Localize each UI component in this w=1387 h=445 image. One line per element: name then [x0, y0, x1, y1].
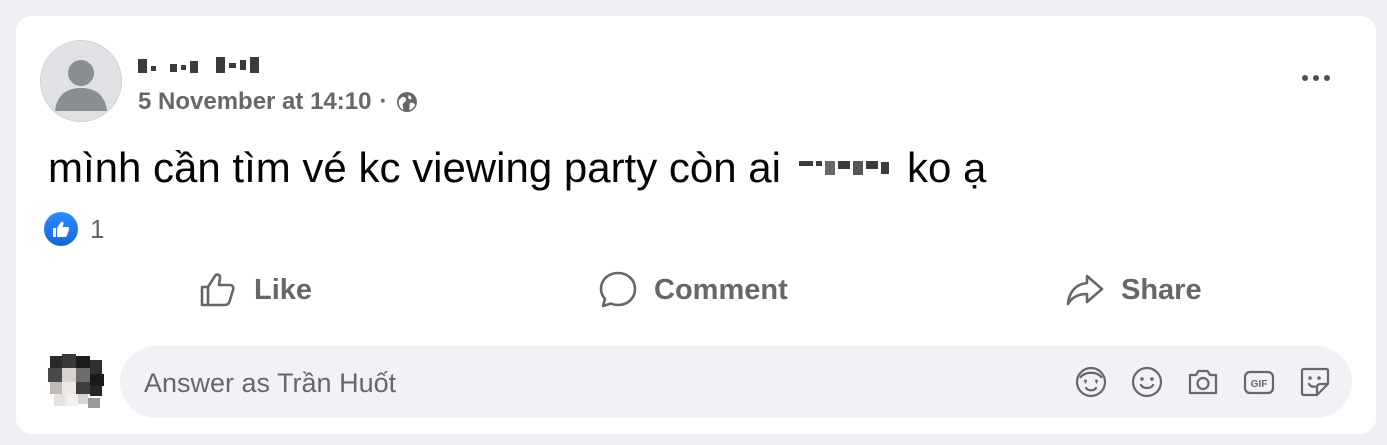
post-meta: 5 November at 14:10 ·	[138, 88, 419, 116]
comment-input-box[interactable]: GIF	[120, 346, 1352, 420]
comment-input[interactable]	[142, 346, 1046, 420]
like-button[interactable]: Like	[198, 262, 312, 318]
comment-composer: GIF	[16, 346, 1376, 420]
share-arrow-icon	[1066, 274, 1104, 306]
post-text-start: mình cần tìm vé kc viewing party còn ai	[48, 144, 781, 191]
more-dot-icon	[1324, 75, 1330, 81]
share-label: Share	[1121, 273, 1202, 306]
post-timestamp[interactable]: 5 November at 14:10	[138, 88, 371, 116]
current-user-avatar[interactable]	[44, 350, 110, 416]
meta-separator: ·	[379, 88, 388, 115]
comment-button[interactable]: Comment	[598, 262, 788, 318]
globe-icon[interactable]	[395, 90, 419, 114]
more-dot-icon	[1313, 75, 1319, 81]
action-bar: Like Comment Share	[16, 262, 1376, 318]
post-text-end: ko ạ	[906, 144, 987, 191]
author-name-redacted[interactable]	[138, 52, 259, 74]
like-reaction-icon	[44, 212, 78, 246]
redacted-word	[798, 153, 889, 183]
author-avatar[interactable]	[40, 40, 122, 122]
share-button[interactable]: Share	[1065, 262, 1202, 318]
emoji-icon[interactable]	[1128, 363, 1166, 401]
camera-icon[interactable]	[1184, 363, 1222, 401]
thumbs-up-icon	[200, 273, 235, 307]
svg-text:GIF: GIF	[1251, 379, 1268, 390]
more-options-button[interactable]	[1292, 60, 1340, 96]
more-dot-icon	[1302, 75, 1308, 81]
post-card: 5 November at 14:10 · mình cần tìm vé kc…	[16, 16, 1376, 434]
comment-bubble-icon	[599, 271, 637, 308]
post-text: mình cần tìm vé kc viewing party còn ai …	[48, 144, 986, 192]
default-avatar-icon	[41, 41, 121, 121]
gif-icon[interactable]: GIF	[1240, 363, 1278, 401]
like-label: Like	[254, 273, 313, 306]
sticker-icon[interactable]	[1296, 363, 1334, 401]
avatar-sticker-icon[interactable]	[1072, 363, 1110, 401]
reaction-count: 1	[90, 213, 105, 244]
comment-label: Comment	[654, 273, 788, 306]
reaction-summary[interactable]: 1	[44, 212, 104, 246]
